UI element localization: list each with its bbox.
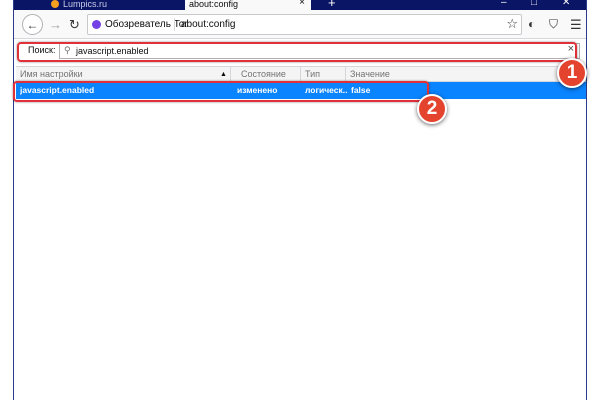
tor-circuit-icon[interactable]: ◐ [528,18,535,31]
hamburger-menu-icon[interactable]: ☰ [570,18,582,31]
sort-ascending-icon: ▲ [220,71,227,78]
reload-icon: ↻ [69,16,80,32]
back-button[interactable]: ← [22,14,43,35]
arrow-left-icon: ← [26,17,39,32]
column-header-name[interactable]: Имя настройки ▲ [16,67,231,82]
arrow-right-icon: → [49,17,62,32]
column-header-value[interactable]: Значение [346,67,586,82]
column-label: Состояние [241,69,286,79]
column-header-type[interactable]: Тип [301,67,346,82]
forward-button[interactable]: → [45,14,66,35]
step-badge-2: 2 [417,94,447,124]
minimize-icon[interactable]: – [501,0,507,8]
close-window-icon[interactable]: ✕ [562,0,570,8]
lumpics-favicon-icon [51,0,59,8]
reload-button[interactable]: ↻ [64,14,85,35]
column-header-state[interactable]: Состояние [237,67,301,82]
url-text[interactable]: about:config [181,19,236,30]
table-header: Имя настройки ▲ Состояние Тип Значение [16,66,586,82]
bookmark-star-icon[interactable]: ☆ [506,16,518,32]
navigation-toolbar: ← → ↻ Обозреватель Tor about:config ☆ ◐ … [14,10,586,39]
security-shield-icon[interactable]: ⛉ [549,18,558,31]
tab-lumpics[interactable]: Lumpics.ru [47,0,184,10]
close-tab-icon[interactable]: × [299,0,305,8]
new-tab-icon[interactable]: + [328,0,336,9]
column-label: Тип [305,69,321,79]
url-divider [174,18,175,31]
tor-onion-icon [92,20,101,29]
tab-label: about:config [189,0,239,9]
column-label: Имя настройки [20,69,83,79]
tab-label: Lumpics.ru [63,0,108,9]
tab-bar: Lumpics.ru about:config × + – □ ✕ [14,0,586,10]
callout-box-search [17,42,577,62]
tab-about-config[interactable]: about:config × [185,0,311,10]
identity-label[interactable]: Обозреватель Tor [105,19,188,30]
url-bar[interactable]: Обозреватель Tor about:config ☆ [87,14,522,35]
maximize-icon[interactable]: □ [531,0,537,8]
step-badge-1: 1 [557,58,587,88]
callout-box-row [13,81,429,102]
column-label: Значение [350,69,390,79]
